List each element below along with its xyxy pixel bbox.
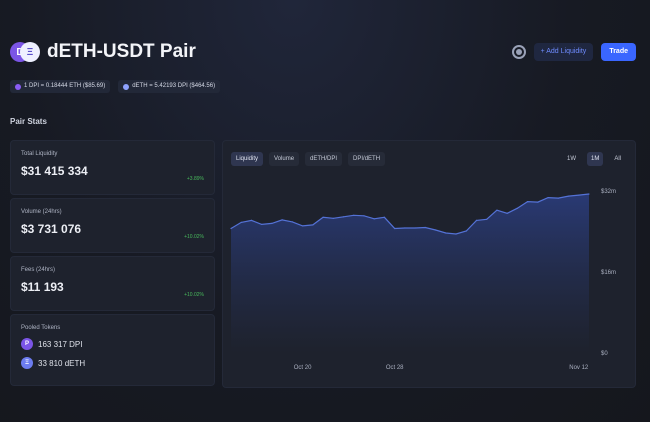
eth-logo-icon: Ξ bbox=[20, 42, 40, 62]
chart-point bbox=[373, 218, 375, 220]
chart-point bbox=[404, 227, 406, 229]
x-tick-label: Nov 12 bbox=[569, 365, 589, 371]
chart-point bbox=[588, 193, 590, 195]
chart-point bbox=[486, 218, 488, 220]
chart-point bbox=[506, 212, 508, 214]
trade-button[interactable]: Trade bbox=[601, 43, 636, 61]
y-tick-label: $32m bbox=[601, 189, 616, 195]
price-chips: 1 DPI = 0.18444 ETH ($85.69) dETH = 5.42… bbox=[10, 80, 221, 93]
dpi-dot-icon bbox=[15, 83, 21, 90]
chart-point bbox=[281, 219, 283, 221]
chart-point bbox=[332, 217, 334, 219]
stat-label: Volume (24hrs) bbox=[21, 209, 62, 215]
token-amount: 33 810 dETH bbox=[38, 358, 86, 368]
token-row-deth: Ξ 33 810 dETH bbox=[21, 357, 204, 369]
chart-panel: Liquidity Volume dETH/DPI DPI/dETH 1W 1M… bbox=[222, 140, 636, 388]
chart-point bbox=[516, 207, 518, 209]
price-chip-dpi: 1 DPI = 0.18444 ETH ($85.69) bbox=[10, 80, 111, 93]
chart-point bbox=[424, 226, 426, 229]
stat-delta: +3.89% bbox=[186, 176, 204, 182]
chart-point bbox=[363, 215, 365, 217]
dpi-token-icon: P bbox=[21, 338, 33, 350]
eth-dot-icon bbox=[123, 83, 130, 90]
stat-value: $11 193 bbox=[21, 280, 64, 294]
pair-logo: D Ξ bbox=[10, 40, 40, 64]
eth-token-icon: Ξ bbox=[21, 357, 33, 369]
chart-point bbox=[322, 216, 324, 218]
add-liquidity-button[interactable]: + Add Liquidity bbox=[533, 43, 594, 61]
x-tick-label: Oct 20 bbox=[294, 365, 312, 371]
chart-point bbox=[271, 222, 273, 224]
stat-card-liquidity: Total Liquidity $31 415 334 +3.89% bbox=[10, 140, 215, 195]
header: D Ξ dETH-USDT Pair + Add Liquidity Trade bbox=[10, 38, 636, 66]
chart-point bbox=[302, 225, 304, 227]
section-title: Pair Stats bbox=[10, 117, 47, 126]
chart-point bbox=[527, 201, 529, 203]
chart-point bbox=[250, 219, 253, 221]
settings-gear-icon[interactable] bbox=[511, 45, 526, 59]
y-tick-label: $16m bbox=[601, 270, 616, 276]
price-deth-text: dETH = 5.42193 DPI ($464.56) bbox=[132, 83, 216, 89]
chart-point bbox=[567, 195, 570, 197]
chart-point bbox=[230, 227, 232, 230]
price-dpi-text: 1 DPI = 0.18444 ETH ($85.69) bbox=[24, 83, 106, 89]
stat-value: $3 731 076 bbox=[21, 222, 82, 236]
stat-card-fees: Fees (24hrs) $11 193 +10.02% bbox=[10, 256, 215, 311]
stat-delta: +10.02% bbox=[184, 234, 204, 240]
pair-stats: Total Liquidity $31 415 334 +3.89% Volum… bbox=[10, 140, 215, 389]
chart-point bbox=[291, 221, 293, 223]
chart-point bbox=[445, 232, 447, 234]
chart-point bbox=[557, 197, 559, 199]
stat-label: Fees (24hrs) bbox=[21, 267, 56, 273]
stat-value: $31 415 334 bbox=[21, 164, 88, 178]
chart-area bbox=[231, 194, 589, 353]
chart-point bbox=[312, 224, 314, 226]
x-tick-label: Oct 28 bbox=[386, 365, 404, 371]
chart-point bbox=[578, 194, 580, 196]
chart-point bbox=[455, 233, 457, 235]
y-tick-label: $0 bbox=[601, 351, 608, 357]
chart-point bbox=[475, 219, 478, 221]
chart-point bbox=[465, 230, 467, 232]
chart-point bbox=[261, 223, 263, 226]
header-actions: + Add Liquidity Trade bbox=[511, 43, 636, 61]
chart-point bbox=[383, 216, 386, 218]
stat-label: Pooled Tokens bbox=[21, 325, 61, 331]
stat-delta: +10.02% bbox=[184, 292, 204, 298]
stat-card-volume: Volume (24hrs) $3 731 076 +10.02% bbox=[10, 198, 215, 253]
page-title: dETH-USDT Pair bbox=[47, 41, 196, 62]
stat-card-pooled-tokens: Pooled Tokens P 163 317 DPI Ξ 33 810 dET… bbox=[10, 314, 215, 386]
token-amount: 163 317 DPI bbox=[38, 339, 83, 349]
chart-point bbox=[414, 227, 416, 229]
chart-point bbox=[394, 227, 396, 230]
chart-point bbox=[342, 216, 345, 218]
price-chip-deth: dETH = 5.42193 DPI ($464.56) bbox=[118, 80, 221, 93]
token-row-dpi: P 163 317 DPI bbox=[21, 338, 204, 350]
chart-point bbox=[537, 201, 539, 203]
stat-label: Total Liquidity bbox=[21, 151, 58, 157]
chart-point bbox=[547, 196, 549, 199]
liquidity-chart: Oct 20 Oct 28 Nov 12 $32m $16m $0 bbox=[230, 189, 616, 371]
chart-point bbox=[434, 229, 437, 231]
chart-point bbox=[496, 209, 498, 211]
chart-point bbox=[353, 214, 355, 216]
chart-point bbox=[240, 221, 242, 223]
